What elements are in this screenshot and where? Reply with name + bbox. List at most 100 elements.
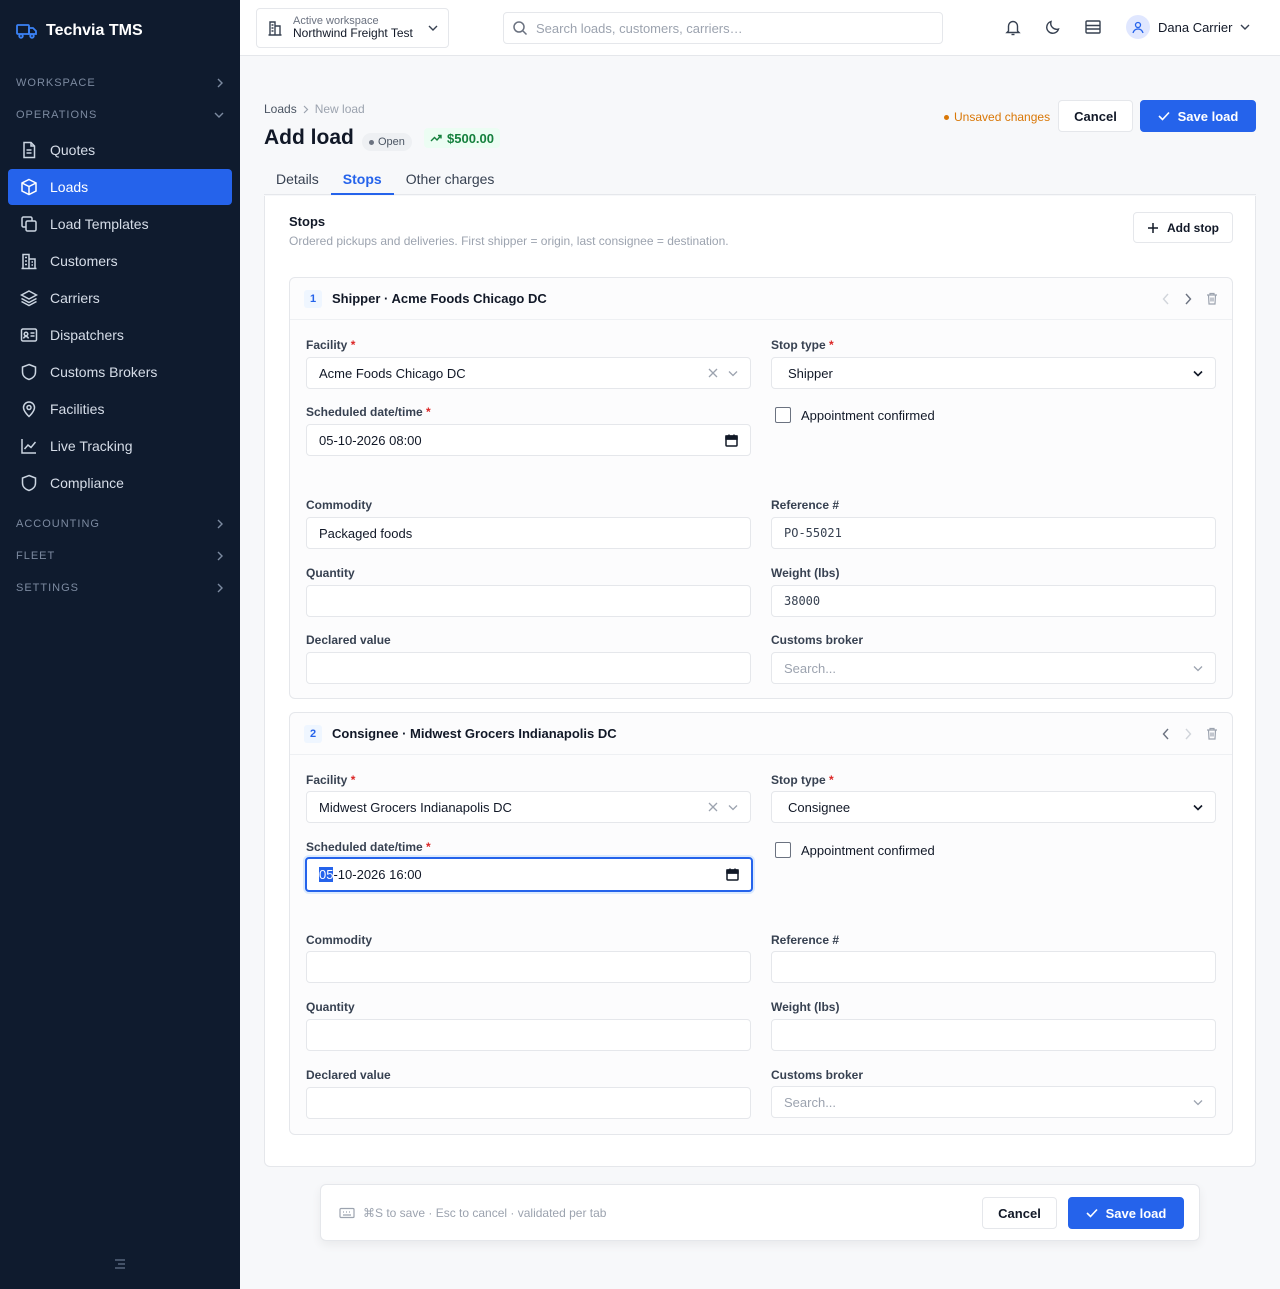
section-settings[interactable]: SETTINGS: [0, 572, 240, 604]
search-icon: [512, 20, 528, 36]
chevron-right-icon[interactable]: [1184, 293, 1192, 305]
search-input[interactable]: [536, 20, 934, 36]
trash-icon[interactable]: [1206, 292, 1218, 305]
sidebar-item-compliance[interactable]: Compliance: [8, 465, 232, 501]
global-search[interactable]: [503, 12, 943, 44]
reference-input[interactable]: [771, 951, 1216, 983]
unsaved-indicator: Unsaved changes: [944, 110, 1050, 124]
footer-cancel-button[interactable]: Cancel: [982, 1197, 1057, 1229]
shield-icon: [20, 363, 38, 381]
box-icon: [20, 178, 38, 196]
trending-up-icon: [430, 133, 442, 143]
keyboard-hint-text: ⌘S to save · Esc to cancel · validated p…: [363, 1206, 607, 1220]
declared-value-label: Declared value: [306, 1068, 391, 1082]
footer-save-load-button[interactable]: Save load: [1068, 1197, 1184, 1229]
chevron-right-icon: [216, 583, 224, 593]
bell-icon[interactable]: [1004, 18, 1022, 36]
reference-label: Reference #: [771, 933, 840, 947]
section-workspace[interactable]: WORKSPACE: [0, 67, 240, 99]
breadcrumb-loads[interactable]: Loads: [264, 102, 297, 116]
sidebar-item-quotes[interactable]: Quotes: [8, 132, 232, 168]
sidebar-item-carriers[interactable]: Carriers: [8, 280, 232, 316]
declared-value-input[interactable]: [306, 1087, 751, 1119]
chevron-down-icon: [428, 24, 438, 32]
declared-value-input[interactable]: [306, 652, 751, 684]
chevron-right-icon: [216, 519, 224, 529]
quantity-label: Quantity: [306, 1000, 355, 1014]
stop-type-label: Stop type *: [771, 338, 834, 352]
weight-input[interactable]: [771, 1019, 1216, 1051]
facility-combobox[interactable]: Acme Foods Chicago DC: [306, 357, 751, 389]
tab-other-charges[interactable]: Other charges: [394, 165, 507, 195]
sidebar-item-load-templates[interactable]: Load Templates: [8, 206, 232, 242]
chevron-right-icon[interactable]: [1184, 728, 1192, 740]
scheduled-label: Scheduled date/time *: [306, 840, 431, 854]
stop-title: Consignee · Midwest Grocers Indianapolis…: [332, 726, 617, 741]
section-operations[interactable]: OPERATIONS: [0, 99, 240, 131]
chevron-down-icon: [1193, 804, 1203, 811]
collapse-sidebar-button[interactable]: [113, 1257, 127, 1271]
weight-label: Weight (lbs): [771, 1000, 840, 1014]
stop-type-select[interactable]: Consignee: [771, 791, 1216, 823]
trash-icon[interactable]: [1206, 727, 1218, 740]
moon-icon[interactable]: [1044, 18, 1062, 36]
checkbox-box[interactable]: [775, 842, 791, 858]
topbar: Active workspace Northwind Freight Test …: [240, 0, 1280, 56]
chevron-left-icon[interactable]: [1162, 728, 1170, 740]
stops-title: Stops: [289, 214, 326, 229]
appointment-checkbox[interactable]: Appointment confirmed: [775, 407, 935, 423]
sidebar-item-customs-brokers[interactable]: Customs Brokers: [8, 354, 232, 390]
customs-broker-combobox[interactable]: Search...: [771, 652, 1216, 684]
workspace-switcher[interactable]: Active workspace Northwind Freight Test: [256, 8, 449, 48]
workspace-name: Northwind Freight Test: [293, 26, 413, 41]
commodity-input[interactable]: [306, 951, 751, 983]
commodity-input[interactable]: Packaged foods: [306, 517, 751, 549]
scheduled-datetime-input[interactable]: 05-10-2026 08:00: [306, 424, 751, 456]
stop-type-select[interactable]: Shipper: [771, 357, 1216, 389]
plus-icon: [1147, 222, 1159, 234]
clear-icon[interactable]: [708, 368, 718, 378]
sidebar-item-customers[interactable]: Customers: [8, 243, 232, 279]
calendar-icon[interactable]: [725, 434, 738, 447]
menu-icon: [113, 1257, 127, 1271]
stop-card-1: 1 Shipper · Acme Foods Chicago DC Facili…: [289, 277, 1233, 699]
chevron-left-icon[interactable]: [1162, 293, 1170, 305]
checkbox-box[interactable]: [775, 407, 791, 423]
scheduled-datetime-input[interactable]: 05-10-2026 16:00: [305, 857, 753, 892]
sidebar: Techvia TMS WORKSPACE OPERATIONS Quotes …: [0, 0, 240, 1289]
status-label: Open: [378, 136, 405, 148]
user-menu[interactable]: Dana Carrier: [1126, 15, 1250, 39]
tab-details[interactable]: Details: [264, 165, 331, 195]
appointment-checkbox[interactable]: Appointment confirmed: [775, 842, 935, 858]
section-fleet[interactable]: FLEET: [0, 540, 240, 572]
chevron-down-icon: [1193, 1099, 1203, 1106]
sticky-action-bar: ⌘S to save · Esc to cancel · validated p…: [320, 1184, 1200, 1241]
section-label: OPERATIONS: [16, 109, 98, 121]
sidebar-item-live-tracking[interactable]: Live Tracking: [8, 428, 232, 464]
calendar-icon[interactable]: [726, 868, 739, 881]
chevron-down-icon: [214, 111, 224, 119]
save-load-button[interactable]: Save load: [1140, 100, 1256, 132]
chevron-right-icon: [216, 78, 224, 88]
stops-subtitle: Ordered pickups and deliveries. First sh…: [289, 234, 729, 248]
quantity-input[interactable]: [306, 1019, 751, 1051]
chevron-down-icon: [1240, 23, 1250, 31]
quantity-input[interactable]: [306, 585, 751, 617]
section-label: FLEET: [16, 550, 56, 562]
customs-broker-combobox[interactable]: Search...: [771, 1086, 1216, 1118]
stop-type-label: Stop type *: [771, 773, 834, 787]
sidebar-item-dispatchers[interactable]: Dispatchers: [8, 317, 232, 353]
cancel-button[interactable]: Cancel: [1058, 100, 1133, 132]
add-stop-button[interactable]: Add stop: [1133, 212, 1233, 243]
facility-combobox[interactable]: Midwest Grocers Indianapolis DC: [306, 791, 751, 823]
section-accounting[interactable]: ACCOUNTING: [0, 508, 240, 540]
tab-stops[interactable]: Stops: [330, 165, 394, 195]
weight-input[interactable]: 38000: [771, 585, 1216, 617]
stop-card-2: 2 Consignee · Midwest Grocers Indianapol…: [289, 712, 1233, 1135]
layout-icon[interactable]: [1084, 18, 1102, 36]
brand[interactable]: Techvia TMS: [0, 0, 240, 62]
sidebar-item-loads[interactable]: Loads: [8, 169, 232, 205]
clear-icon[interactable]: [708, 802, 718, 812]
sidebar-item-facilities[interactable]: Facilities: [8, 391, 232, 427]
reference-input[interactable]: PO-55021: [771, 517, 1216, 549]
